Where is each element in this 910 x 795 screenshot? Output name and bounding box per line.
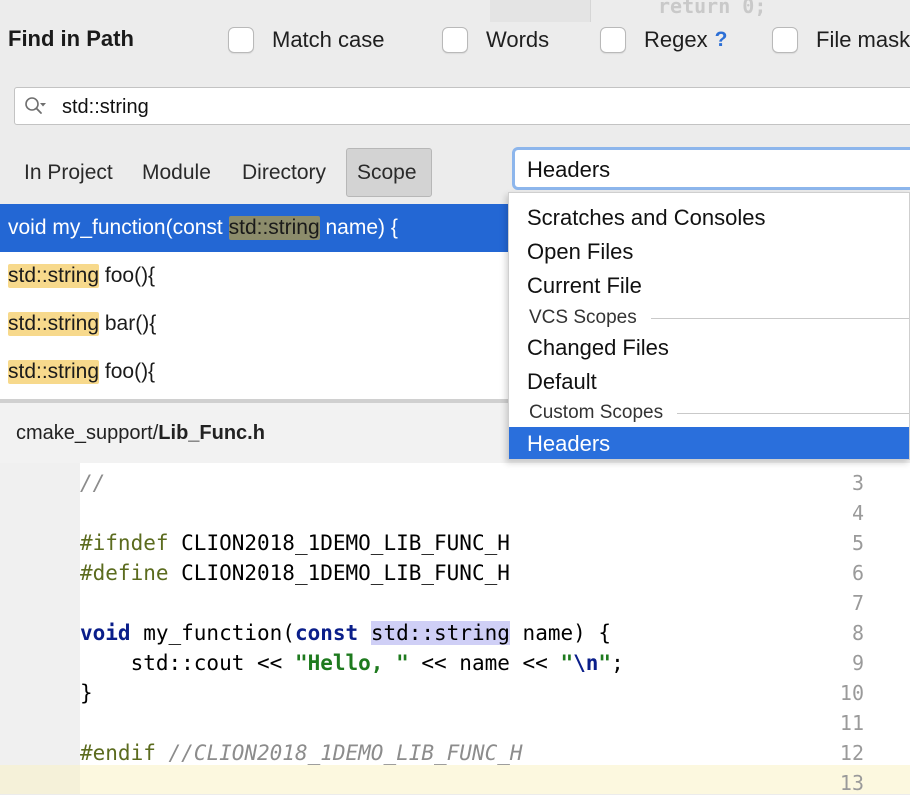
result-suffix: name) { <box>319 216 398 239</box>
dropdown-item-default[interactable]: Default <box>509 365 909 399</box>
checkbox-label: File mask <box>816 27 910 52</box>
dropdown-item-label: Headers <box>527 431 611 456</box>
dropdown-group-label: VCS Scopes <box>529 307 637 328</box>
code-keyword: const <box>294 621 359 645</box>
line-number: 4 <box>851 501 864 525</box>
code-text: name) { <box>509 621 612 645</box>
code-text: CLION2018_1DEMO_LIB_FUNC_H <box>168 561 510 585</box>
code-comment: //CLION2018_1DEMO_LIB_FUNC_H <box>168 741 523 765</box>
search-icon[interactable] <box>24 96 46 118</box>
tab-scope[interactable]: Scope <box>346 148 432 197</box>
file-path-name: Lib_Func.h <box>158 422 265 444</box>
dropdown-item-open-files[interactable]: Open Files <box>509 235 909 269</box>
result-match: std::string <box>228 216 320 240</box>
dropdown-group-separator <box>650 317 909 319</box>
regex-checkbox[interactable]: Regex ? <box>600 25 727 55</box>
dropdown-group-vcs: VCS Scopes <box>509 303 909 333</box>
code-line: #ifndef CLION2018_1DEMO_LIB_FUNC_H <box>80 531 910 555</box>
code-line: #define CLION2018_1DEMO_LIB_FUNC_H <box>80 561 910 585</box>
result-match: std::string <box>8 360 100 384</box>
code-line: #endif //CLION2018_1DEMO_LIB_FUNC_H <box>80 741 910 765</box>
scope-select[interactable]: Headers <box>512 147 910 190</box>
current-line-gutter <box>0 765 80 794</box>
line-gutter <box>0 463 80 794</box>
code-keyword: void <box>80 621 131 645</box>
code-search-match: std::string <box>370 621 510 645</box>
result-match: std::string <box>8 264 100 288</box>
checkbox-box[interactable] <box>442 27 468 53</box>
dropdown-group-separator <box>677 412 909 414</box>
dropdown-item-label: Open Files <box>527 239 634 264</box>
file-path-dir: cmake_support/ <box>16 422 159 444</box>
code-text: ; <box>611 651 624 675</box>
background-code-text: return 0; <box>658 0 767 18</box>
dropdown-item-label: Changed Files <box>527 335 669 360</box>
checkbox-label: Match case <box>272 27 385 52</box>
line-number: 7 <box>851 591 864 615</box>
code-escape: \n <box>573 651 599 675</box>
code-directive: #endif <box>80 741 156 765</box>
file-path: cmake_support/Lib_Func.h <box>16 422 265 445</box>
dropdown-item-current-file[interactable]: Current File <box>509 269 909 303</box>
code-line: void my_function(const std::string name)… <box>80 621 910 645</box>
checkbox-box[interactable] <box>228 27 254 53</box>
scope-select-value[interactable]: Headers <box>527 157 610 183</box>
result-match: std::string <box>8 312 100 336</box>
code-line: std::cout << "Hello, " << name << "\n"; <box>80 651 910 675</box>
words-checkbox[interactable]: Words <box>442 25 549 55</box>
checkbox-box[interactable] <box>600 27 626 53</box>
code-string: "Hello, " <box>294 651 409 675</box>
line-number: 11 <box>839 711 864 735</box>
dropdown-item-changed-files[interactable]: Changed Files <box>509 331 909 365</box>
dropdown-item-headers[interactable]: Headers <box>509 427 909 459</box>
background-gutter <box>490 0 590 22</box>
checkbox-label: Regex <box>644 27 708 52</box>
dropdown-item-label: Current File <box>527 273 642 298</box>
result-suffix: foo(){ <box>99 360 156 383</box>
file-mask-checkbox[interactable]: File mask <box>772 25 910 55</box>
checkbox-label: Words <box>486 27 550 52</box>
code-text: CLION2018_1DEMO_LIB_FUNC_H <box>168 531 510 555</box>
dropdown-group-custom: Custom Scopes <box>509 398 909 428</box>
dropdown-item-label: Scratches and Consoles <box>527 205 766 230</box>
background-gutter-separator <box>590 0 591 22</box>
dropdown-item-scratches[interactable]: Scratches and Consoles <box>509 201 909 235</box>
dialog-title: Find in Path <box>8 26 134 51</box>
tab-module[interactable]: Module <box>142 148 211 197</box>
code-line: } <box>80 681 93 705</box>
search-input[interactable]: std::string <box>14 87 910 125</box>
code-preview[interactable]: 3 4 5 6 7 8 9 10 11 12 13 // #ifndef CLI… <box>0 463 910 795</box>
result-suffix: foo(){ <box>99 264 156 287</box>
regex-help-icon[interactable]: ? <box>715 28 728 52</box>
tab-in-project[interactable]: In Project <box>24 148 113 197</box>
dropdown-item-label: Default <box>527 369 597 394</box>
checkbox-box[interactable] <box>772 27 798 53</box>
code-string: " <box>598 651 612 675</box>
code-text: std::cout << <box>80 651 295 675</box>
result-suffix: bar(){ <box>99 312 157 335</box>
dropdown-group-label: Custom Scopes <box>529 402 664 423</box>
search-value[interactable]: std::string <box>62 96 149 119</box>
result-prefix: void my_function(const <box>8 216 229 239</box>
scope-dropdown-popup: Scratches and Consoles Open Files Curren… <box>508 192 910 460</box>
line-number: 13 <box>839 771 864 795</box>
code-text: my_function( <box>130 621 295 645</box>
code-directive: #ifndef <box>80 531 169 555</box>
code-text: << name << <box>408 651 561 675</box>
background-editor-peek: return 0; <box>490 0 910 22</box>
tab-directory[interactable]: Directory <box>242 148 326 197</box>
match-case-checkbox[interactable]: Match case <box>228 25 385 55</box>
current-line-highlight <box>80 765 910 794</box>
code-comment: // <box>80 471 106 495</box>
code-string: " <box>560 651 574 675</box>
code-line: // <box>80 471 910 495</box>
code-directive: #define <box>80 561 169 585</box>
